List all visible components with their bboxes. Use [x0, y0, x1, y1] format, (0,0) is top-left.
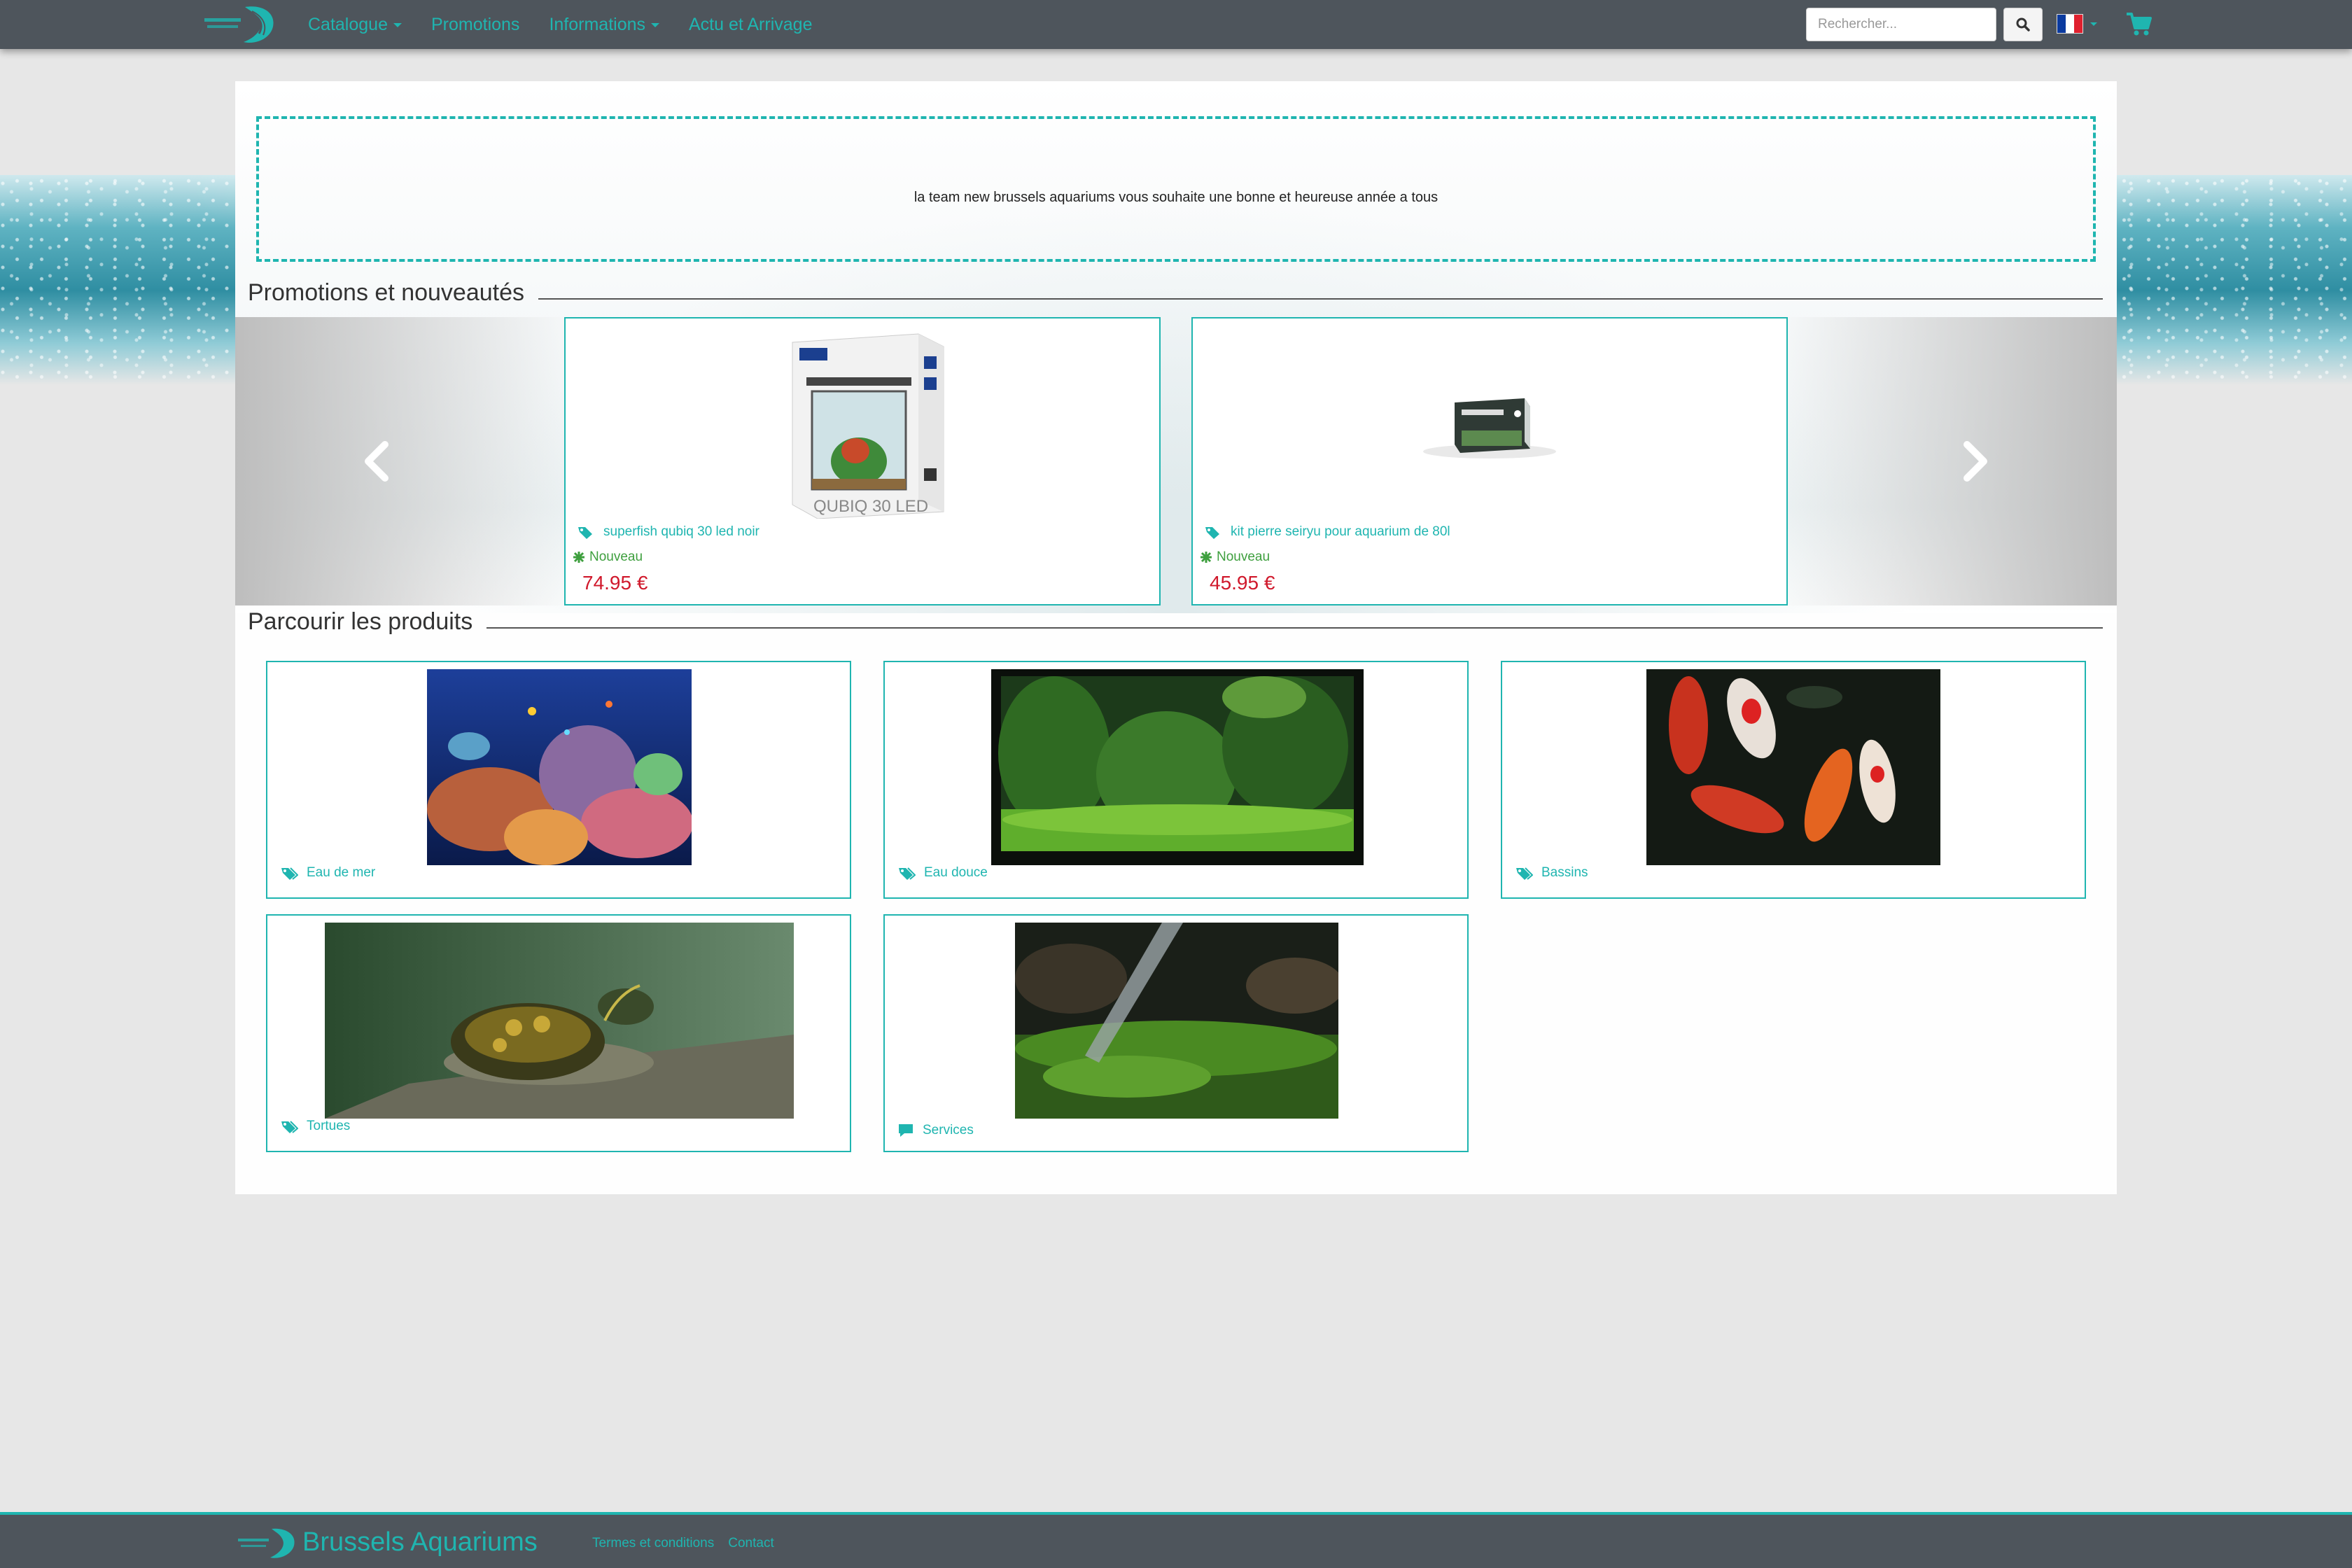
- promotions-section-header: Promotions et nouveautés: [248, 277, 2103, 308]
- planted-aquarium-image: [991, 669, 1364, 865]
- reef-aquarium-image: [427, 669, 692, 865]
- chevron-right-icon[interactable]: [1960, 440, 1991, 482]
- nav-promotions-label: Promotions: [430, 14, 520, 34]
- footer: Brussels Aquariums Termes et conditions …: [0, 1512, 2352, 1568]
- promo-card[interactable]: kit pierre seiryu pour aquarium de 80l N…: [1191, 317, 1788, 606]
- nav-informations[interactable]: Informations: [549, 15, 659, 35]
- tags-icon: [1516, 867, 1533, 880]
- main-content: la team new brussels aquariums vous souh…: [235, 81, 2117, 1194]
- aquarium-maintenance-image: [1015, 923, 1338, 1119]
- nav-catalogue-label: Catalogue: [308, 14, 388, 34]
- main-menu: Catalogue Promotions Informations Actu e…: [308, 0, 812, 49]
- badge-label: Nouveau: [1217, 550, 1270, 564]
- footer-logo-icon[interactable]: [237, 1526, 300, 1561]
- category-card-services[interactable]: Services: [883, 914, 1469, 1152]
- category-image[interactable]: [991, 669, 1364, 865]
- product-name-link[interactable]: superfish qubiq 30 led noir: [577, 524, 760, 540]
- product-name: superfish qubiq 30 led noir: [603, 524, 760, 539]
- tag-icon: [1205, 527, 1219, 539]
- brand-logo-icon[interactable]: [203, 3, 280, 46]
- chevron-left-icon[interactable]: [361, 440, 392, 482]
- category-card-bassins[interactable]: Bassins: [1501, 661, 2086, 899]
- language-selector-flag-fr-icon[interactable]: [2057, 14, 2083, 34]
- promotions-title: Promotions et nouveautés: [248, 279, 525, 306]
- search-button[interactable]: [2003, 8, 2043, 41]
- svg-text:QUBIQ 30 LED: QUBIQ 30 LED: [813, 497, 928, 516]
- tags-icon: [281, 1121, 298, 1133]
- footer-brand-name[interactable]: Brussels Aquariums: [302, 1527, 538, 1558]
- aquarium-box-image: QUBIQ 30 LED: [792, 333, 944, 519]
- product-image[interactable]: QUBIQ 30 LED: [764, 326, 960, 522]
- carousel-prev-control[interactable]: [235, 317, 571, 606]
- announcement-text: la team new brussels aquariums vous souh…: [913, 189, 1438, 205]
- category-label: Eau douce: [924, 865, 988, 880]
- tag-icon: [578, 527, 592, 539]
- shopping-cart-icon[interactable]: [2125, 10, 2153, 38]
- new-badge: Nouveau: [573, 550, 643, 565]
- category-image[interactable]: [1015, 923, 1338, 1119]
- category-image[interactable]: [427, 669, 692, 865]
- product-name-link[interactable]: kit pierre seiryu pour aquarium de 80l: [1204, 524, 1450, 540]
- divider: [538, 298, 2103, 300]
- category-link[interactable]: Eau douce: [897, 865, 988, 881]
- product-price: 45.95 €: [1210, 572, 1275, 594]
- category-link[interactable]: Eau de mer: [280, 865, 375, 881]
- product-image[interactable]: [1392, 326, 1588, 522]
- browse-title: Parcourir les produits: [248, 608, 473, 635]
- koi-pond-image: [1646, 669, 1940, 865]
- carousel-next-control[interactable]: [1781, 317, 2117, 606]
- nav-actu-arrivage-label: Actu et Arrivage: [689, 14, 813, 34]
- product-price: 74.95 €: [582, 572, 648, 594]
- category-image[interactable]: [1646, 669, 1940, 865]
- turtle-image: [325, 923, 794, 1119]
- tags-icon: [281, 867, 298, 880]
- category-label: Tortues: [307, 1119, 351, 1133]
- seiryu-kit-box-image: [1423, 398, 1556, 458]
- language-caret-icon[interactable]: [2090, 22, 2097, 26]
- nav-catalogue[interactable]: Catalogue: [308, 15, 402, 35]
- category-card-eau-de-mer[interactable]: Eau de mer: [266, 661, 851, 899]
- category-label: Services: [923, 1123, 974, 1138]
- category-image[interactable]: [325, 923, 794, 1119]
- asterisk-icon: [1200, 552, 1212, 563]
- badge-label: Nouveau: [589, 550, 643, 564]
- category-link[interactable]: Tortues: [280, 1119, 350, 1134]
- top-navbar: Catalogue Promotions Informations Actu e…: [0, 0, 2352, 49]
- category-label: Bassins: [1541, 865, 1588, 880]
- footer-link-contact[interactable]: Contact: [728, 1536, 774, 1551]
- category-card-tortues[interactable]: Tortues: [266, 914, 851, 1152]
- nav-promotions[interactable]: Promotions: [431, 15, 519, 35]
- search-input[interactable]: [1806, 8, 1996, 41]
- nav-informations-label: Informations: [549, 14, 645, 34]
- tags-icon: [899, 867, 916, 880]
- promo-card[interactable]: QUBIQ 30 LED superfish qubiq 30 led noir…: [564, 317, 1161, 606]
- divider: [486, 627, 2103, 629]
- category-label: Eau de mer: [307, 865, 376, 880]
- search-icon: [2016, 18, 2030, 31]
- footer-links: Termes et conditions Contact: [592, 1536, 774, 1551]
- caret-down-icon: [393, 22, 402, 27]
- comment-icon: [899, 1124, 913, 1137]
- nav-actu-arrivage[interactable]: Actu et Arrivage: [689, 15, 812, 35]
- browse-section-header: Parcourir les produits: [248, 606, 2103, 637]
- category-link[interactable]: Services: [897, 1123, 974, 1138]
- category-card-eau-douce[interactable]: Eau douce: [883, 661, 1469, 899]
- announcement-box: la team new brussels aquariums vous souh…: [256, 116, 2096, 262]
- new-badge: Nouveau: [1200, 550, 1270, 565]
- caret-down-icon: [651, 22, 659, 27]
- product-name: kit pierre seiryu pour aquarium de 80l: [1231, 524, 1450, 539]
- promotions-carousel: QUBIQ 30 LED superfish qubiq 30 led noir…: [235, 317, 2117, 606]
- asterisk-icon: [573, 552, 584, 563]
- footer-link-terms[interactable]: Termes et conditions: [592, 1536, 714, 1551]
- category-link[interactable]: Bassins: [1515, 865, 1588, 881]
